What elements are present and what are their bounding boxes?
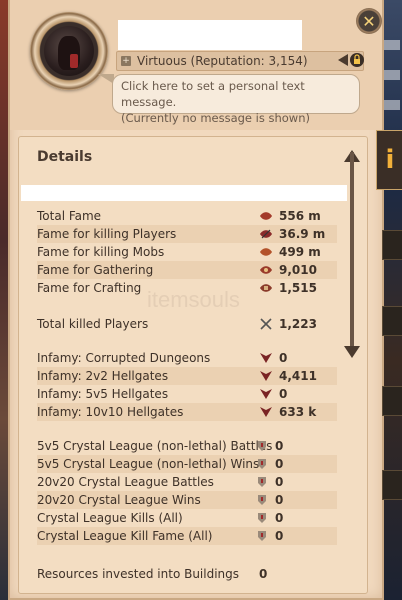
stat-label: Infamy: 2v2 Hellgates — [37, 369, 169, 383]
crossed-swords-icon — [260, 318, 272, 330]
stat-row-fame-crafting: Fame for Crafting 1,515 — [37, 279, 337, 297]
reputation-lock-icon[interactable] — [338, 52, 366, 68]
stat-label: Fame for killing Players — [37, 227, 177, 241]
stat-label: 20v20 Crystal League Wins — [37, 493, 201, 507]
stat-value: 0 — [275, 529, 284, 543]
stat-value: 633 k — [279, 405, 317, 419]
stat-row-fame-killing-players: Fame for killing Players 36.9 m — [37, 225, 337, 243]
crystal-league-icon — [258, 513, 266, 523]
player-name-redacted — [118, 20, 302, 50]
crafting-icon — [260, 284, 272, 292]
info-icon: i — [385, 145, 395, 175]
tab-details-info[interactable]: i — [376, 130, 402, 190]
tab-trophy-icon[interactable] — [382, 386, 402, 416]
stat-row-resources-buildings: Resources invested into Buildings 0 — [37, 565, 337, 583]
character-profile-panel: ✕ + Virtuous (Reputation: 3,154) Click h… — [8, 0, 384, 600]
stat-value: 0 — [279, 351, 288, 365]
stat-row-infamy-corrupted: Infamy: Corrupted Dungeons 0 — [37, 349, 337, 367]
stat-row-infamy-10v10: Infamy: 10v10 Hellgates 633 k — [37, 403, 337, 421]
stat-label: Total Fame — [37, 209, 102, 223]
stat-label: 20v20 Crystal League Battles — [37, 475, 214, 489]
scrollbar-track[interactable] — [350, 152, 354, 348]
reputation-plus-icon: + — [121, 56, 131, 66]
crystal-league-icon — [258, 531, 266, 541]
message-line-1: Click here to set a personal text messag… — [121, 79, 305, 109]
stat-label: Resources invested into Buildings — [37, 567, 240, 581]
stat-row-20v20-wins: 20v20 Crystal League Wins 0 — [37, 491, 337, 509]
stat-value: 0 — [275, 457, 284, 471]
crystal-league-icon — [258, 477, 266, 487]
avatar[interactable] — [30, 12, 108, 90]
stat-label: Crystal League Kill Fame (All) — [37, 529, 213, 543]
stat-row-total-killed-players: Total killed Players 1,223 — [37, 315, 337, 333]
crystal-league-icon — [258, 495, 266, 505]
stat-value: 1,515 — [279, 281, 317, 295]
stat-value: 4,411 — [279, 369, 317, 383]
stat-row-crystal-kill-fame: Crystal League Kill Fame (All) 0 — [37, 527, 337, 545]
stat-row-20v20-battles: 20v20 Crystal League Battles 0 — [37, 473, 337, 491]
stat-value: 0 — [279, 387, 288, 401]
stat-label: Infamy: 5v5 Hellgates — [37, 387, 169, 401]
stat-value: 0 — [259, 567, 268, 581]
stat-row-crystal-kills: Crystal League Kills (All) 0 — [37, 509, 337, 527]
stat-value: 36.9 m — [279, 227, 326, 241]
scroll-down-arrow-icon[interactable] — [344, 346, 360, 358]
reputation-bar: + Virtuous (Reputation: 3,154) — [116, 51, 364, 71]
stat-value: 0 — [275, 475, 284, 489]
avatar-portrait — [44, 26, 94, 76]
stat-value: 0 — [275, 511, 284, 525]
tab-skull-icon[interactable] — [382, 306, 402, 336]
stat-row-total-fame: Total Fame 556 m — [37, 207, 337, 225]
stat-value: 0 — [275, 493, 284, 507]
tab-combat-swords-icon[interactable] — [382, 230, 402, 260]
stat-row-fame-gathering: Fame for Gathering 9,010 — [37, 261, 337, 279]
gathering-icon — [260, 266, 272, 274]
close-button[interactable]: ✕ — [356, 8, 382, 34]
fame-icon — [260, 212, 272, 220]
stat-value: 9,010 — [279, 263, 317, 277]
stat-label: Fame for Crafting — [37, 281, 142, 295]
stat-label: Crystal League Kills (All) — [37, 511, 183, 525]
stat-label: Total killed Players — [37, 317, 149, 331]
stat-row-5v5-wins: 5v5 Crystal League (non-lethal) Wins 0 — [37, 455, 337, 473]
stat-value: 556 m — [279, 209, 321, 223]
details-title: Details — [37, 149, 93, 165]
message-line-2: (Currently no message is shown) — [121, 111, 310, 125]
stat-row-fame-killing-mobs: Fame for killing Mobs 499 m — [37, 243, 337, 261]
stat-label: Fame for killing Mobs — [37, 245, 165, 259]
personal-message-bubble[interactable]: Click here to set a personal text messag… — [112, 74, 360, 125]
stat-value: 1,223 — [279, 317, 317, 331]
stat-value: 0 — [275, 439, 284, 453]
stat-row-infamy-5v5: Infamy: 5v5 Hellgates 0 — [37, 385, 337, 403]
stat-label: Infamy: Corrupted Dungeons — [37, 351, 211, 365]
stat-label: 5v5 Crystal League (non-lethal) Wins — [37, 457, 260, 471]
stat-label: Infamy: 10v10 Hellgates — [37, 405, 184, 419]
close-icon: ✕ — [362, 11, 376, 31]
crystal-league-icon — [258, 441, 266, 451]
reputation-text: Virtuous (Reputation: 3,154) — [137, 54, 308, 68]
infamy-icon — [260, 371, 272, 381]
stat-label: 5v5 Crystal League (non-lethal) Battles — [37, 439, 273, 453]
stat-label: Fame for Gathering — [37, 263, 154, 277]
details-section: Details itemsouls Total Fame 556 m Fame … — [18, 136, 368, 594]
profile-header: ✕ + Virtuous (Reputation: 3,154) Click h… — [10, 0, 382, 130]
redacted-bar — [21, 185, 347, 201]
infamy-icon — [260, 407, 272, 417]
tab-gold-icon[interactable] — [382, 470, 402, 500]
pvp-fame-icon — [260, 229, 272, 239]
crystal-league-icon — [258, 459, 266, 469]
stat-row-5v5-battles: 5v5 Crystal League (non-lethal) Battles … — [37, 437, 337, 455]
pve-fame-icon — [260, 248, 272, 256]
stat-value: 499 m — [279, 245, 321, 259]
stat-row-infamy-2v2: Infamy: 2v2 Hellgates 4,411 — [37, 367, 337, 385]
infamy-icon — [260, 353, 272, 363]
infamy-icon — [260, 389, 272, 399]
